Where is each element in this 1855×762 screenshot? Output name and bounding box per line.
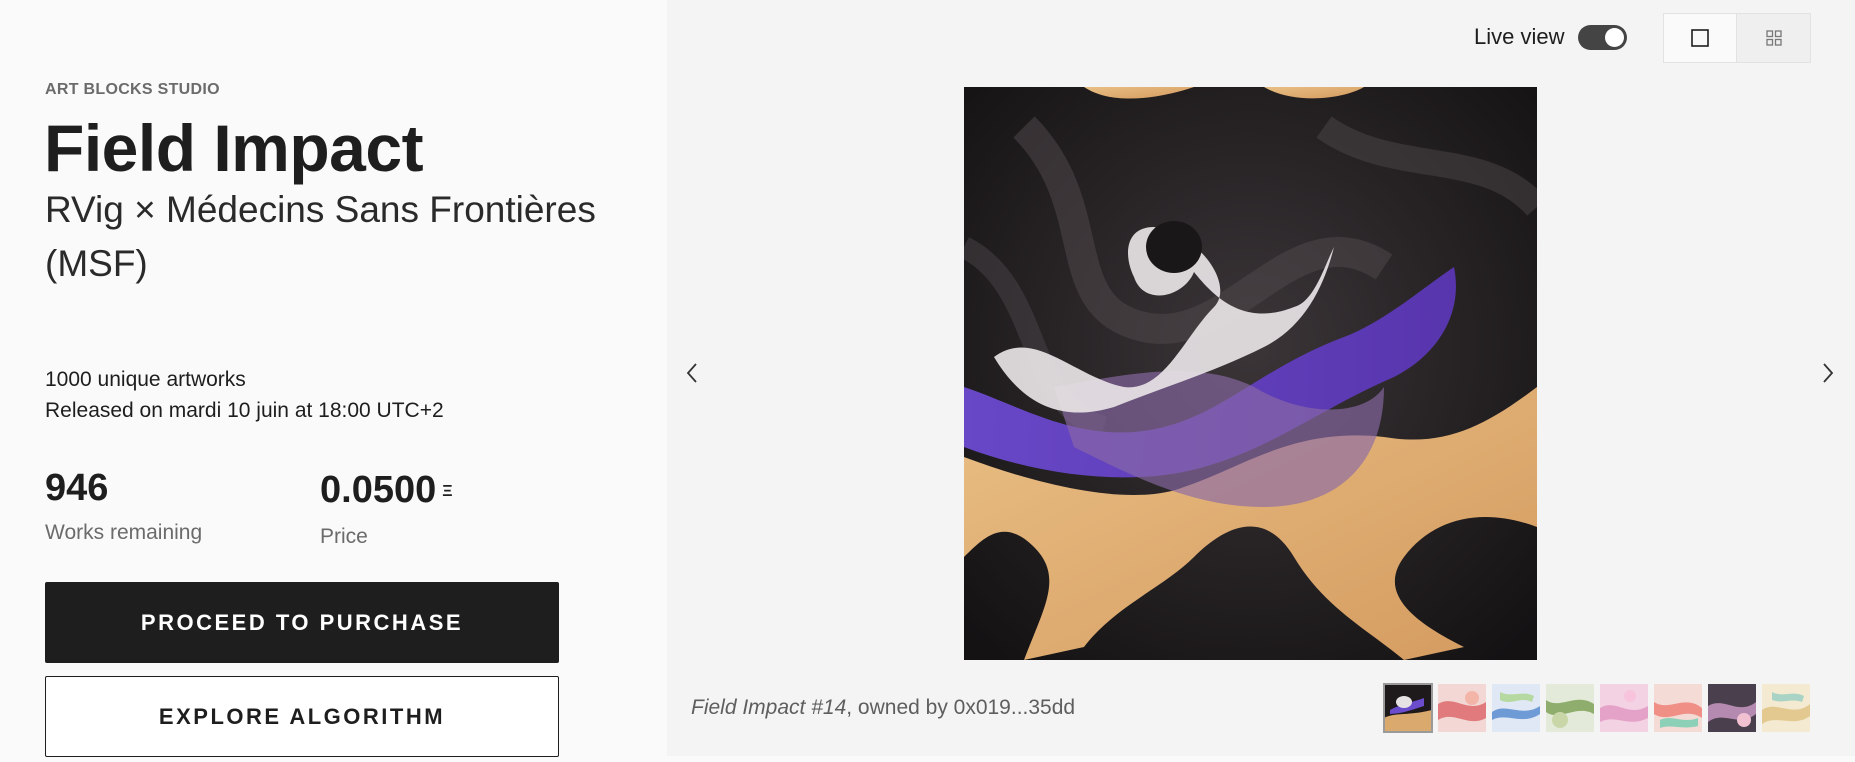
release-date: Released on mardi 10 juin at 18:00 UTC+2 (45, 399, 444, 422)
thumbnail-item[interactable] (1654, 684, 1702, 732)
single-view-button[interactable] (1664, 14, 1737, 62)
works-remaining-label: Works remaining (45, 521, 203, 544)
live-view-control: Live view (1474, 24, 1628, 50)
artwork-graphic (964, 87, 1537, 660)
studio-label: ART BLOCKS STUDIO (45, 81, 220, 98)
artwork-owner-caption: , owned by 0x019...35dd (846, 696, 1076, 719)
thumbnail-item[interactable] (1708, 684, 1756, 732)
grid-view-button[interactable] (1737, 14, 1810, 62)
price-stat: 0.0500 Ξ Price (320, 460, 453, 552)
project-info-panel: ART BLOCKS STUDIO Field Impact RVig × Mé… (0, 0, 667, 762)
thumbnail-item[interactable] (1383, 683, 1433, 733)
square-icon (1691, 29, 1709, 47)
works-remaining-value: 946 (45, 467, 109, 509)
artworks-count: 1000 unique artworks (45, 368, 246, 391)
explore-algorithm-button[interactable]: EXPLORE ALGORITHM (45, 676, 559, 757)
toggle-knob (1605, 27, 1625, 47)
next-artwork-button[interactable] (1813, 358, 1843, 388)
project-subtitle: RVig × Médecins Sans Frontières (MSF) (45, 189, 596, 284)
live-view-label: Live view (1474, 24, 1565, 49)
chevron-left-icon (686, 363, 697, 383)
project-title: Field Impact (44, 111, 424, 185)
eth-icon: Ξ (442, 483, 453, 500)
thumbnail-strip (1383, 683, 1810, 733)
artwork-caption: Field Impact #14, owned by 0x019...35dd (691, 696, 1075, 720)
previous-artwork-button[interactable] (677, 358, 707, 388)
project-meta: 1000 unique artworks Released on mardi 1… (45, 364, 444, 426)
live-view-toggle[interactable] (1578, 24, 1628, 50)
artwork-image (964, 87, 1537, 660)
grid-icon (1765, 30, 1782, 46)
thumbnail-item[interactable] (1762, 684, 1810, 732)
thumbnail-item[interactable] (1546, 684, 1594, 732)
price-label: Price (320, 525, 368, 548)
view-mode-switch (1663, 13, 1811, 63)
works-remaining-stat: 946 Works remaining (45, 460, 202, 548)
thumbnail-item[interactable] (1600, 684, 1648, 732)
thumbnail-item[interactable] (1438, 684, 1486, 732)
price-value: 0.0500 (320, 469, 437, 511)
proceed-to-purchase-button[interactable]: PROCEED TO PURCHASE (45, 582, 559, 663)
price-value-row: 0.0500 Ξ (320, 460, 453, 520)
artwork-title-caption: Field Impact #14 (691, 696, 847, 719)
thumbnail-item[interactable] (1492, 684, 1540, 732)
artwork-viewer: Live view Field Impact #14, owned by 0x0… (667, 0, 1855, 756)
chevron-right-icon (1823, 363, 1834, 383)
